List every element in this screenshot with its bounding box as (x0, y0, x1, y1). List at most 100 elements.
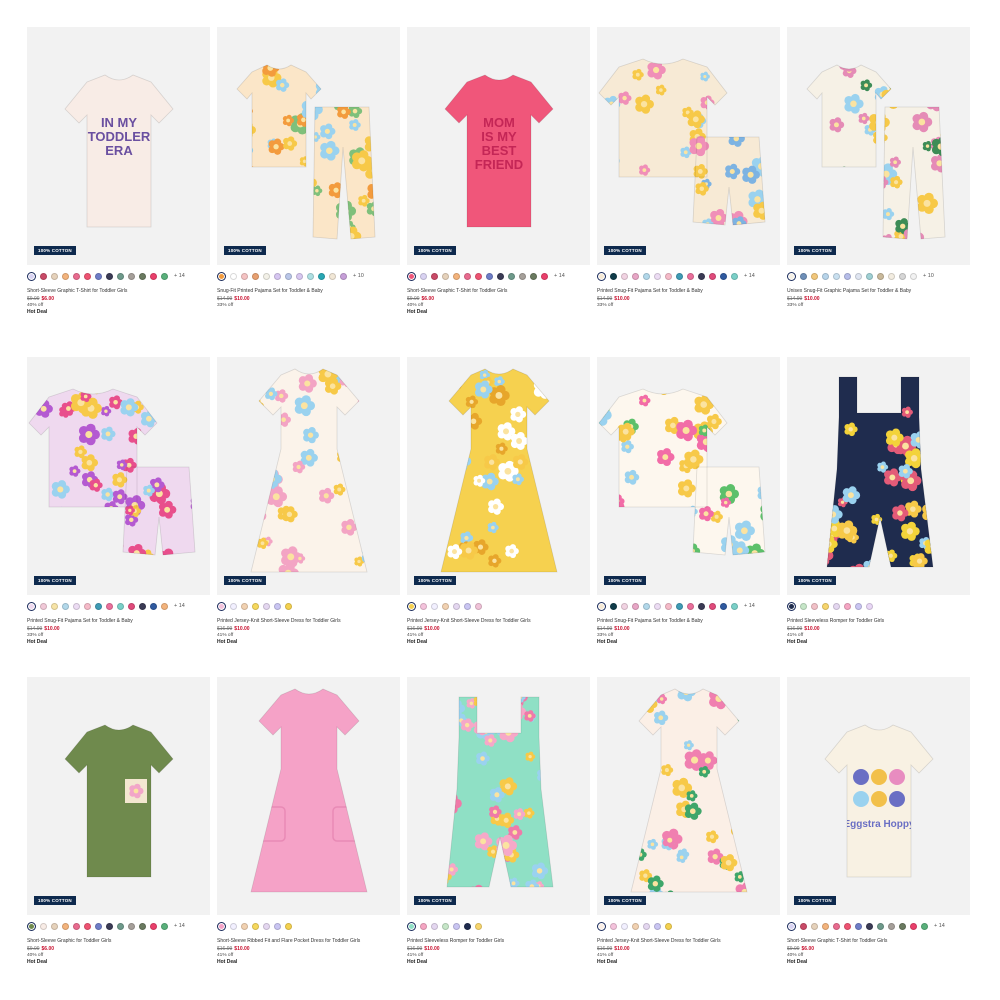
more-colors-link[interactable]: + 14 (174, 603, 185, 609)
product-card[interactable]: IN MY TODDLER ERA 100% COTTON + 14 Short-Slee… (27, 27, 210, 315)
color-swatch[interactable] (274, 272, 281, 280)
product-title[interactable]: Short-Sleeve Ribbed Fit and Flare Pocket… (217, 938, 400, 944)
color-swatch[interactable] (888, 272, 895, 280)
color-swatch[interactable] (40, 272, 47, 280)
product-card[interactable]: 100% COTTON + 10 Unisex Snug-Fit Graphic P… (787, 27, 970, 308)
product-card[interactable]: 100% COTTON Printed Jersey-Knit Short-Sle… (597, 677, 780, 965)
color-swatch[interactable] (665, 602, 672, 610)
product-card[interactable]: 100% COTTON Printed Sleeveless Romper for… (787, 357, 970, 645)
product-title[interactable]: Printed Sleeveless Romper for Toddler Gi… (407, 938, 590, 944)
color-swatch[interactable] (84, 602, 91, 610)
color-swatch[interactable] (139, 922, 146, 930)
color-swatch[interactable] (731, 272, 738, 280)
color-swatch[interactable] (117, 922, 124, 930)
color-swatch[interactable] (318, 272, 325, 280)
color-swatch[interactable] (621, 922, 628, 930)
color-swatch[interactable] (475, 272, 482, 280)
color-swatch[interactable] (62, 922, 69, 930)
more-colors-link[interactable]: + 14 (554, 273, 565, 279)
color-swatch[interactable] (420, 602, 427, 610)
color-swatch[interactable] (597, 271, 606, 281)
color-swatch[interactable] (610, 922, 617, 930)
color-swatch[interactable] (643, 272, 650, 280)
color-swatch[interactable] (51, 602, 58, 610)
color-swatch[interactable] (420, 272, 427, 280)
color-swatch[interactable] (877, 272, 884, 280)
color-swatch[interactable] (263, 272, 270, 280)
color-swatch[interactable] (720, 602, 727, 610)
color-swatch[interactable] (597, 601, 606, 611)
color-swatch[interactable] (632, 602, 639, 610)
color-swatch[interactable] (877, 922, 884, 930)
product-image[interactable]: 100% COTTON (597, 27, 780, 265)
product-image[interactable]: 100% COTTON (217, 27, 400, 265)
color-swatch[interactable] (431, 272, 438, 280)
color-swatch[interactable] (252, 272, 259, 280)
color-swatch[interactable] (844, 922, 851, 930)
color-swatch[interactable] (910, 922, 917, 930)
product-title[interactable]: Printed Jersey-Knit Short-Sleeve Dress f… (407, 618, 590, 624)
color-swatch[interactable] (464, 272, 471, 280)
color-swatch[interactable] (541, 272, 548, 280)
color-swatch[interactable] (833, 602, 840, 610)
product-title[interactable]: Short-Sleeve Graphic T-Shirt for Toddler… (27, 288, 210, 294)
more-colors-link[interactable]: + 14 (934, 923, 945, 929)
product-image[interactable]: 100% COTTON (597, 357, 780, 595)
color-swatch[interactable] (899, 272, 906, 280)
color-swatch[interactable] (40, 922, 47, 930)
product-title[interactable]: Short-Sleeve Graphic for Toddler Girls (27, 938, 210, 944)
color-swatch[interactable] (73, 272, 80, 280)
color-swatch[interactable] (274, 922, 281, 930)
color-swatch[interactable] (241, 602, 248, 610)
color-swatch[interactable] (844, 602, 851, 610)
color-swatch[interactable] (106, 922, 113, 930)
color-swatch[interactable] (27, 271, 36, 281)
color-swatch[interactable] (800, 272, 807, 280)
color-swatch[interactable] (621, 602, 628, 610)
color-swatch[interactable] (731, 602, 738, 610)
color-swatch[interactable] (800, 602, 807, 610)
product-card[interactable]: 100% COTTON + 14 Printed Snug-Fit Pajama S… (27, 357, 210, 645)
product-card[interactable]: 100% COTTON + 14 Short-Sleeve Graphic for … (27, 677, 210, 965)
color-swatch[interactable] (464, 602, 471, 610)
color-swatch[interactable] (442, 922, 449, 930)
color-swatch[interactable] (822, 602, 829, 610)
product-card[interactable]: 100% COTTON + 14 Printed Snug-Fit Pajama S… (597, 357, 780, 645)
color-swatch[interactable] (407, 601, 416, 611)
color-swatch[interactable] (610, 272, 617, 280)
color-swatch[interactable] (84, 922, 91, 930)
color-swatch[interactable] (453, 922, 460, 930)
color-swatch[interactable] (687, 272, 694, 280)
product-title[interactable]: Printed Sleeveless Romper for Toddler Gi… (787, 618, 970, 624)
color-swatch[interactable] (150, 602, 157, 610)
product-title[interactable]: Unisex Snug-Fit Graphic Pajama Set for T… (787, 288, 970, 294)
color-swatch[interactable] (632, 922, 639, 930)
more-colors-link[interactable]: + 14 (174, 273, 185, 279)
color-swatch[interactable] (855, 602, 862, 610)
color-swatch[interactable] (453, 602, 460, 610)
product-image[interactable]: MOM IS MY BEST FRIEND 100% COTTON (407, 27, 590, 265)
color-swatch[interactable] (128, 922, 135, 930)
color-swatch[interactable] (787, 601, 796, 611)
color-swatch[interactable] (610, 602, 617, 610)
product-image[interactable]: 100% COTTON (787, 357, 970, 595)
color-swatch[interactable] (687, 602, 694, 610)
color-swatch[interactable] (230, 602, 237, 610)
color-swatch[interactable] (800, 922, 807, 930)
color-swatch[interactable] (241, 922, 248, 930)
color-swatch[interactable] (217, 601, 226, 611)
product-image[interactable]: IN MY TODDLER ERA 100% COTTON (27, 27, 210, 265)
product-image[interactable]: 100% COTTON (27, 677, 210, 915)
color-swatch[interactable] (866, 922, 873, 930)
product-card[interactable]: 100% COTTON Printed Sleeveless Romper for… (407, 677, 590, 965)
color-swatch[interactable] (519, 272, 526, 280)
color-swatch[interactable] (161, 602, 168, 610)
color-swatch[interactable] (621, 272, 628, 280)
color-swatch[interactable] (643, 602, 650, 610)
color-swatch[interactable] (106, 272, 113, 280)
color-swatch[interactable] (73, 922, 80, 930)
color-swatch[interactable] (285, 922, 292, 930)
color-swatch[interactable] (117, 272, 124, 280)
color-swatch[interactable] (855, 272, 862, 280)
product-image[interactable]: 100% COTTON (407, 357, 590, 595)
